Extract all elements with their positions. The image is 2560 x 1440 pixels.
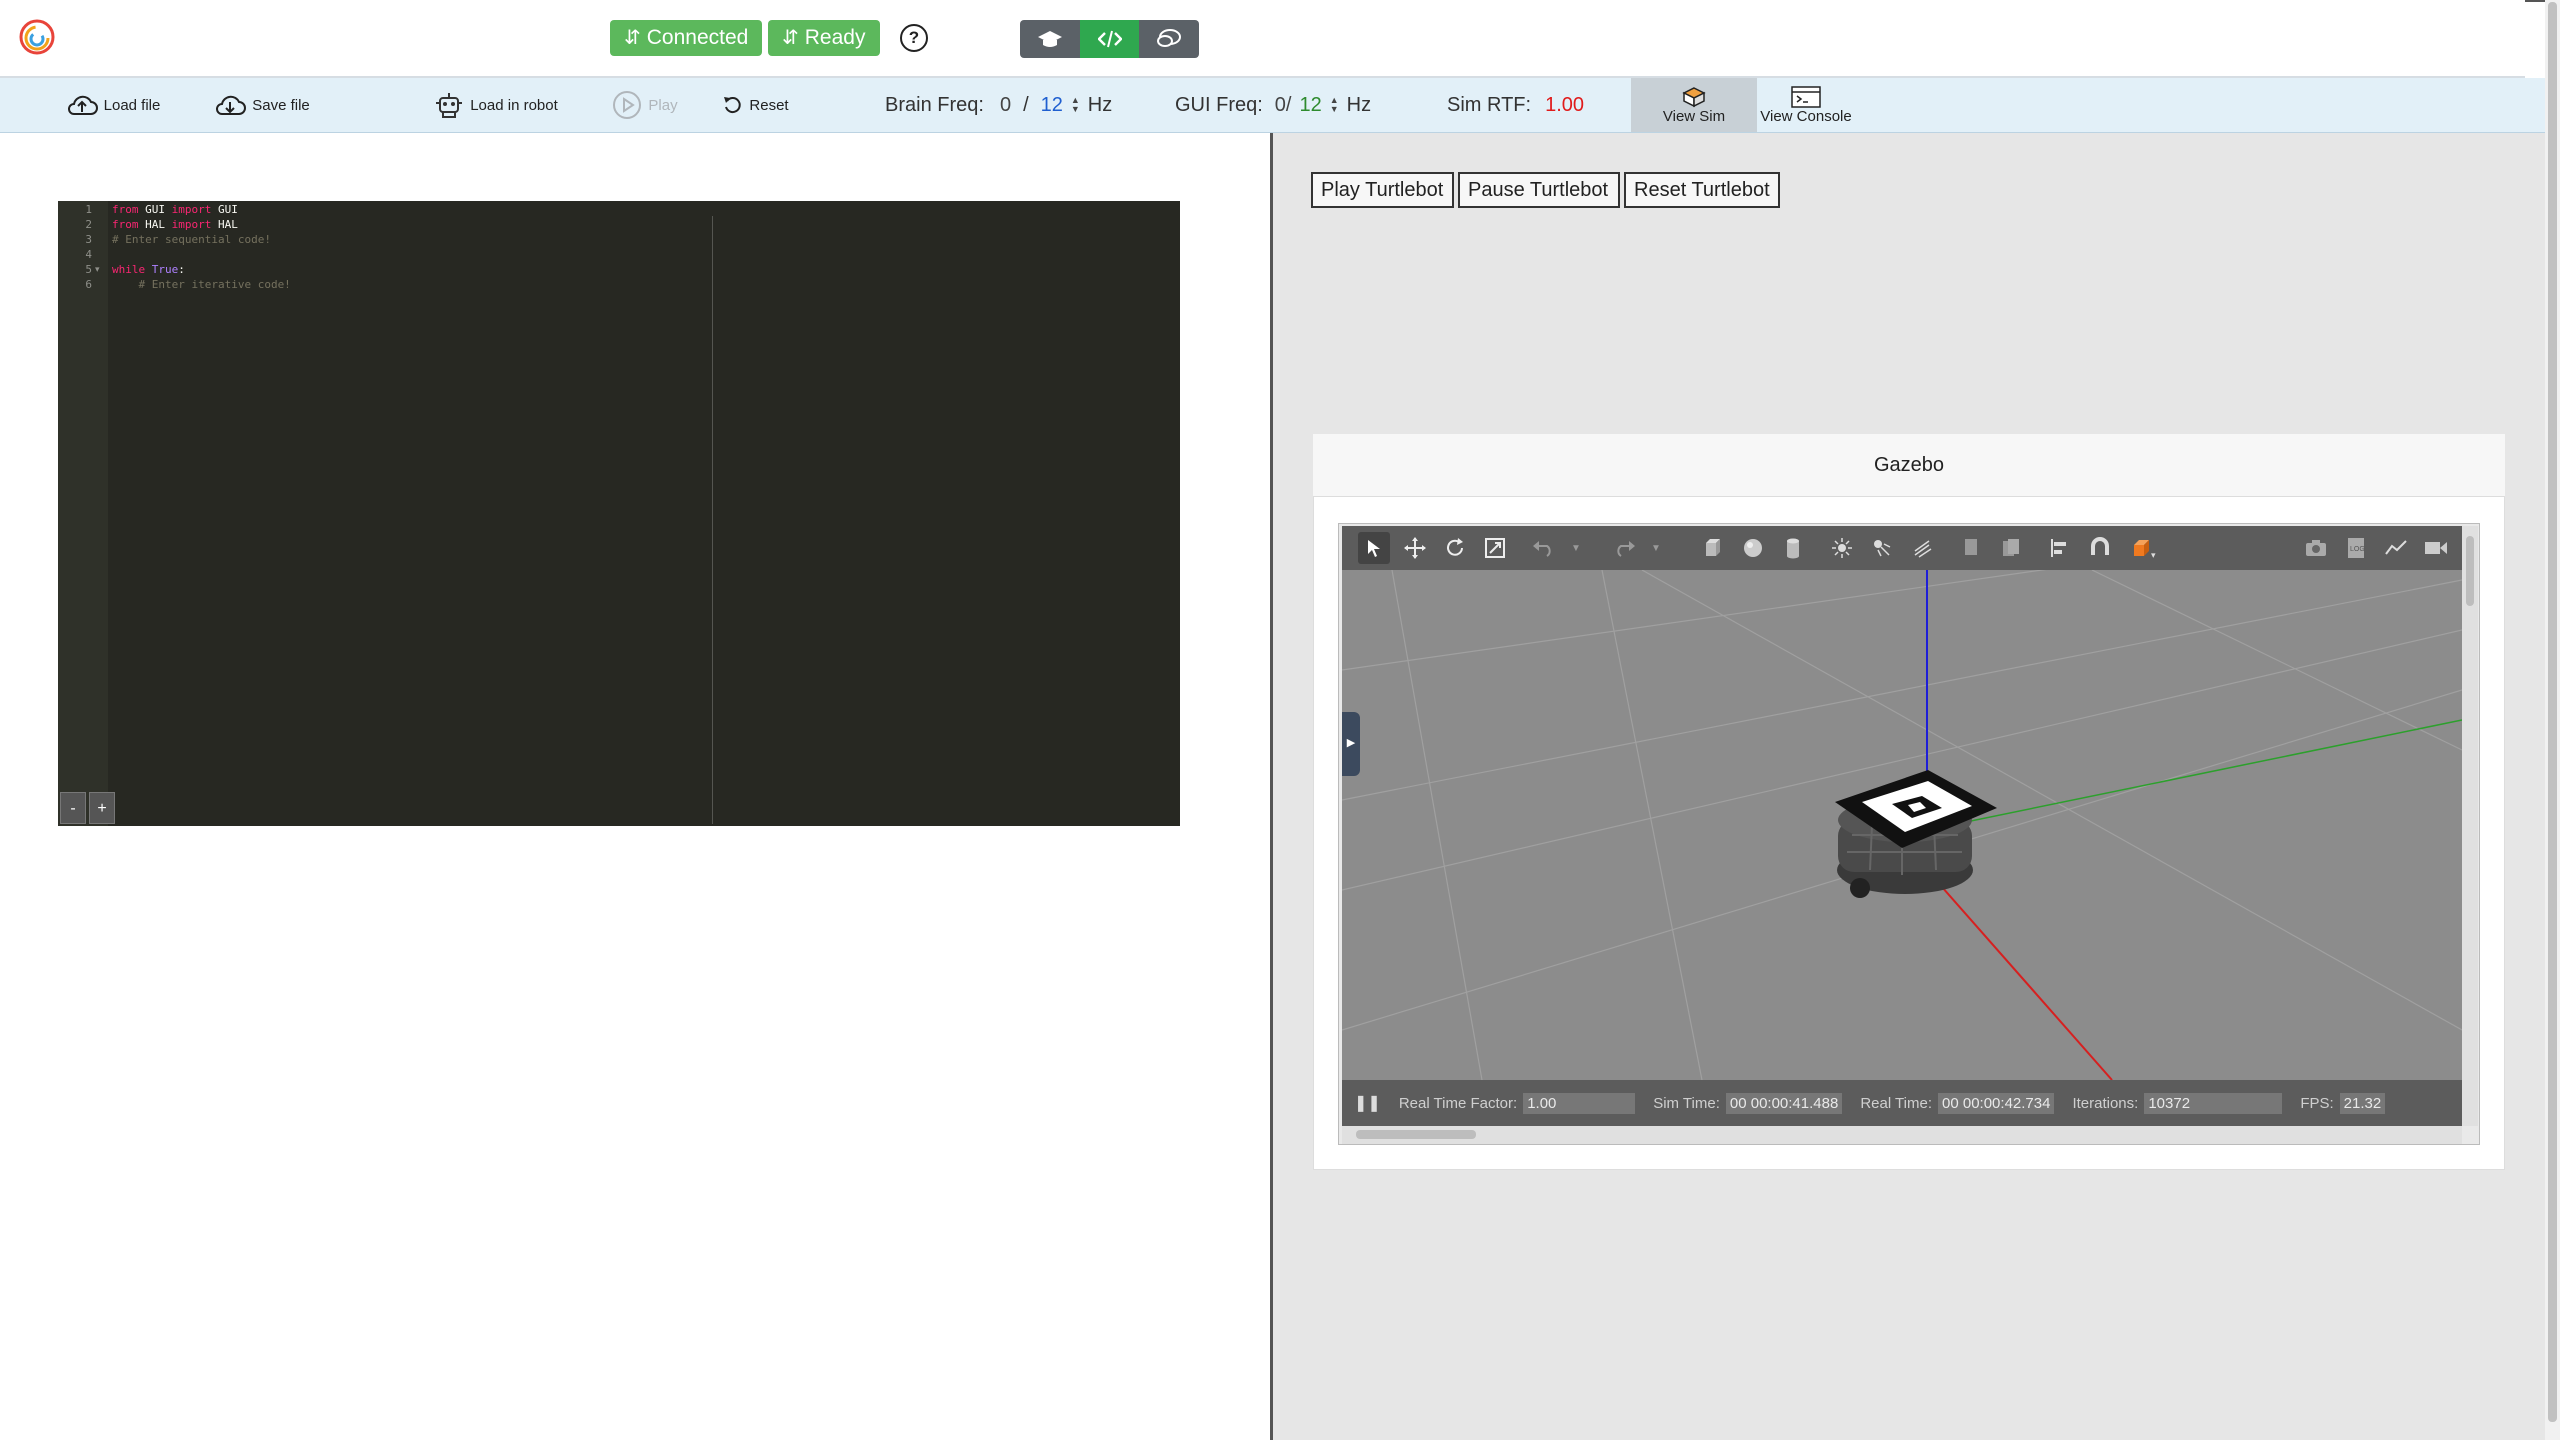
app-logo[interactable]	[18, 18, 56, 56]
brain-frequency-control: Brain Freq: 0 / 12 ▲ ▼ Hz	[885, 93, 1113, 117]
expand-arrow-icon: ▶	[1346, 737, 1356, 749]
spot-light-icon[interactable]	[1866, 532, 1898, 564]
gazebo-vertical-scroll-thumb[interactable]	[2466, 536, 2474, 606]
svg-text:LOG: LOG	[2350, 546, 2365, 553]
undo-dropdown-icon[interactable]: ▼	[1568, 532, 1584, 564]
view-sim-button[interactable]: View Sim	[1631, 78, 1757, 132]
editor-gutter	[58, 201, 108, 826]
code-mode-icon[interactable]	[1079, 20, 1140, 58]
code-line-1: from GUI import GUI	[112, 203, 238, 216]
play-turtlebot-button[interactable]: Play Turtlebot	[1311, 172, 1454, 208]
line-number: 1	[85, 203, 92, 216]
translate-mode-icon[interactable]	[1399, 532, 1431, 564]
fps-value: 21.32	[2339, 1092, 2386, 1114]
box-shape-icon[interactable]	[1697, 532, 1729, 564]
log-data-icon[interactable]: LOG	[2340, 532, 2372, 564]
cloud-upload-icon	[67, 95, 98, 115]
help-icon[interactable]: ?	[900, 24, 928, 52]
zoom-out-button[interactable]: -	[60, 792, 86, 824]
directional-light-icon[interactable]	[1906, 532, 1938, 564]
sync-arrows-icon: ⇵	[624, 27, 641, 49]
load-file-button[interactable]: Load file	[55, 78, 171, 132]
code-line-3: # Enter sequential code!	[112, 233, 271, 246]
real-time-factor-value: 1.00	[1523, 1092, 1636, 1114]
play-circle-icon	[613, 91, 642, 119]
gazebo-vertical-scrollbar[interactable]	[2462, 526, 2478, 1126]
copy-icon[interactable]	[1955, 532, 1987, 564]
sphere-shape-icon[interactable]	[1737, 532, 1769, 564]
svg-text:▾: ▾	[2151, 550, 2156, 559]
video-record-icon[interactable]	[2420, 532, 2452, 564]
gui-freq-stepper[interactable]: ▲ ▼	[1330, 96, 1339, 114]
cloud-download-icon	[216, 95, 247, 115]
brain-freq-stepper[interactable]: ▲ ▼	[1071, 96, 1080, 114]
page-scrollbar-thumb[interactable]	[2548, 2, 2557, 1422]
line-number: 5	[85, 263, 92, 276]
real-time-value: 00 00:00:42.734	[1938, 1092, 2055, 1114]
line-number: 3	[85, 233, 92, 246]
reset-icon	[724, 97, 742, 114]
gazebo-horizontal-scrollbar[interactable]	[1342, 1126, 2462, 1144]
iterations-value: 10372	[2144, 1092, 2283, 1114]
undo-icon[interactable]	[1528, 532, 1560, 564]
code-line-5: while True:	[112, 263, 185, 276]
line-number: 6	[85, 278, 92, 291]
load-in-robot-button[interactable]: Load in robot	[425, 78, 567, 132]
save-file-button[interactable]: Save file	[207, 78, 317, 132]
sync-arrows-icon: ⇵	[782, 27, 799, 49]
screenshot-camera-icon[interactable]	[2300, 532, 2332, 564]
gazebo-side-panel-toggle[interactable]: ▶	[1342, 712, 1360, 776]
view-console-button[interactable]: View Console	[1745, 78, 1867, 132]
chat-mode-icon[interactable]	[1139, 20, 1199, 58]
play-button[interactable]: Play	[600, 78, 690, 132]
gazebo-horizontal-scroll-thumb[interactable]	[1356, 1130, 1476, 1139]
cylinder-shape-icon[interactable]	[1777, 532, 1809, 564]
console-icon	[1791, 85, 1821, 108]
plot-chart-icon[interactable]	[2380, 532, 2412, 564]
fold-toggle-icon[interactable]: ▾	[95, 262, 100, 277]
snap-magnet-icon[interactable]	[2084, 532, 2116, 564]
exercise-mode-graduation-cap-icon[interactable]	[1020, 20, 1080, 58]
gazebo-title: Gazebo	[1313, 434, 2505, 497]
code-line-2: from HAL import HAL	[112, 218, 238, 231]
point-light-icon[interactable]	[1826, 532, 1858, 564]
code-line-6: # Enter iterative code!	[112, 278, 291, 291]
view-angle-icon[interactable]: ▾	[2128, 532, 2160, 564]
pause-simulation-icon[interactable]: ❚❚	[1354, 1093, 1381, 1113]
app-header	[0, 0, 2525, 78]
connected-button[interactable]: ⇵ Connected	[610, 20, 762, 56]
gui-frequency-control: GUI Freq: 0/ 12 ▲ ▼ Hz	[1175, 93, 1372, 117]
line-number: 2	[85, 218, 92, 231]
ready-button[interactable]: ⇵ Ready	[768, 20, 880, 56]
redo-icon[interactable]	[1608, 532, 1640, 564]
select-mode-icon[interactable]	[1358, 532, 1390, 564]
paste-icon[interactable]	[1995, 532, 2027, 564]
sim-rtf-readout: Sim RTF: 1.00	[1447, 93, 1585, 116]
gazebo-status-bar: ❚❚ Real Time Factor: 1.00 Sim Time: 00 0…	[1342, 1080, 2462, 1126]
editor-print-margin	[712, 216, 713, 824]
sim-time-value: 00 00:00:41.488	[1725, 1092, 1843, 1114]
robot-icon	[436, 93, 463, 118]
reset-turtlebot-button[interactable]: Reset Turtlebot	[1624, 172, 1780, 208]
mode-switcher	[1020, 20, 1199, 58]
align-icon[interactable]	[2044, 532, 2076, 564]
gazebo-3d-viewport[interactable]	[1342, 570, 2462, 1080]
pause-turtlebot-button[interactable]: Pause Turtlebot	[1458, 172, 1620, 208]
zoom-in-button[interactable]: +	[89, 792, 115, 824]
rotate-mode-icon[interactable]	[1439, 532, 1471, 564]
reset-button[interactable]: Reset	[715, 78, 797, 132]
redo-dropdown-icon[interactable]: ▼	[1648, 532, 1664, 564]
brain-freq-input[interactable]: 12	[1041, 94, 1063, 117]
scale-mode-icon[interactable]	[1479, 532, 1511, 564]
scene-render	[1342, 570, 2462, 1080]
line-number: 4	[85, 248, 92, 261]
gazebo-box-icon	[1682, 86, 1706, 107]
code-editor[interactable]	[58, 201, 1180, 826]
gui-freq-input[interactable]: 12	[1299, 94, 1321, 117]
